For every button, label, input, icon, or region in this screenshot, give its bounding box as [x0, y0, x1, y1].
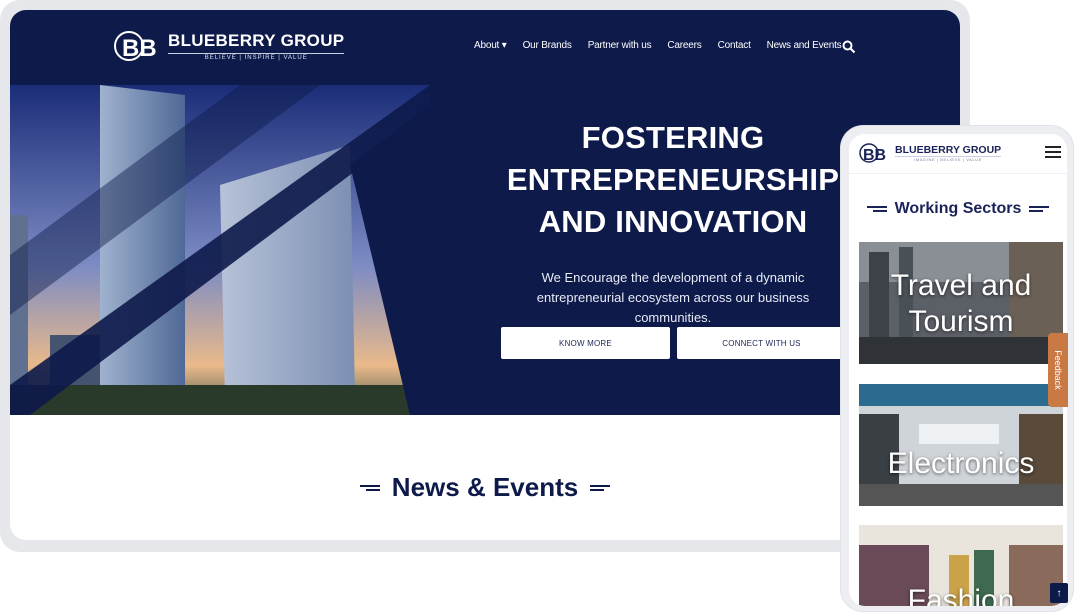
sector-card-label: Fashion	[859, 583, 1063, 606]
top-navbar: BB BLUEBERRY GROUP BELIEVE | INSPIRE | V…	[10, 10, 960, 85]
heading-dash-left	[866, 206, 887, 212]
logo-mark-icon: BB	[859, 143, 886, 164]
hamburger-menu-icon[interactable]	[1045, 146, 1061, 158]
sector-card-electronics[interactable]: Electronics	[859, 384, 1063, 506]
nav-item-partner[interactable]: Partner with us	[588, 40, 652, 51]
logo-tagline: BELIEVE | INSPIRE | VALUE	[168, 53, 345, 61]
nav-item-contact[interactable]: Contact	[718, 40, 751, 51]
logo-mark-icon: BB	[114, 31, 157, 62]
brand-logo[interactable]: BB BLUEBERRY GROUP BELIEVE | INSPIRE | V…	[114, 28, 345, 64]
heading-dash-left	[359, 484, 380, 491]
sector-card-label-line: Travel and	[890, 269, 1032, 302]
sector-card-label-line: Electronics	[887, 447, 1035, 480]
hero-subtitle: We Encourage the development of a dynami…	[536, 270, 810, 325]
nav-item-news-events[interactable]: News and Events	[767, 40, 842, 51]
scroll-to-top-button[interactable]: ↑	[1050, 583, 1068, 603]
connect-with-us-button[interactable]: CONNECT WITH US	[677, 327, 846, 359]
mobile-header: BB BLUEBERRY GROUP IMAGINE | BELIEVE | V…	[849, 134, 1067, 174]
nav-item-about[interactable]: About ▾	[474, 40, 507, 51]
hero-buildings-image	[10, 85, 430, 415]
main-menu: About ▾ Our Brands Partner with us Caree…	[474, 40, 842, 51]
nav-label-about: About	[474, 40, 500, 51]
logo-mark-text: BB	[863, 147, 886, 164]
electronics-image	[859, 384, 1063, 506]
chevron-down-icon: ▾	[501, 40, 507, 51]
sector-card-label-line: Tourism	[908, 305, 1014, 338]
news-events-heading: News & Events	[391, 472, 579, 502]
hero-title-line: ENTREPRENEURSHIP	[506, 162, 840, 197]
logo-name: BLUEBERRY GROUP	[168, 31, 345, 50]
hero-title-line: FOSTERING	[581, 120, 765, 155]
news-events-heading-row: News & Events	[10, 472, 960, 503]
nav-item-our-brands[interactable]: Our Brands	[523, 40, 572, 51]
sector-card-label: Electronics	[859, 446, 1063, 482]
mobile-screen: BB BLUEBERRY GROUP IMAGINE | BELIEVE | V…	[849, 134, 1067, 606]
desktop-screen: BB BLUEBERRY GROUP BELIEVE | INSPIRE | V…	[10, 10, 960, 540]
hero-section: FOSTERING ENTREPRENEURSHIP AND INNOVATIO…	[10, 85, 960, 415]
search-icon[interactable]	[842, 40, 856, 54]
feedback-tab[interactable]: Feedback	[1048, 333, 1068, 407]
mobile-brand-logo[interactable]: BB BLUEBERRY GROUP IMAGINE | BELIEVE | V…	[859, 141, 1002, 165]
know-more-button[interactable]: KNOW MORE	[501, 327, 670, 359]
hero-title-line: AND INNOVATION	[538, 204, 808, 239]
sector-card-fashion[interactable]: Fashion	[859, 525, 1063, 606]
mockup-stage: BB BLUEBERRY GROUP BELIEVE | INSPIRE | V…	[0, 0, 1078, 615]
mobile-logo-name: BLUEBERRY GROUP	[895, 144, 1002, 156]
hero-title: FOSTERING ENTREPRENEURSHIP AND INNOVATIO…	[498, 117, 848, 243]
working-sectors-heading: Working Sectors	[894, 200, 1022, 217]
heading-dash-right	[1029, 206, 1050, 212]
heading-dash-right	[590, 484, 611, 491]
sector-card-label-line: Fashion	[907, 584, 1015, 606]
nav-item-careers[interactable]: Careers	[667, 40, 701, 51]
feedback-label: Feedback	[1053, 350, 1063, 390]
working-sectors-heading-row: Working Sectors	[849, 200, 1067, 218]
sector-card-label: Travel and Tourism	[859, 268, 1063, 340]
mobile-logo-tagline: IMAGINE | BELIEVE | VALUE	[895, 156, 1002, 162]
sector-card-travel[interactable]: Travel and Tourism	[859, 242, 1063, 364]
logo-mark-text: BB	[122, 35, 157, 62]
